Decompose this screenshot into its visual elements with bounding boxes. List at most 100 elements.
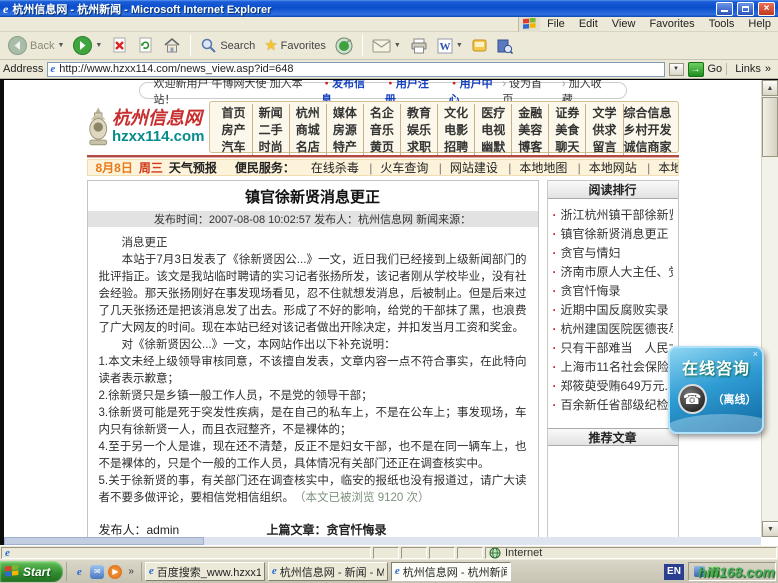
service-link[interactable]: 本地电话 [654,159,678,176]
edit-dropdown-icon[interactable]: ▼ [456,42,463,49]
ranking-article-link[interactable]: 杭州建国医院医德丧尽 [553,321,673,337]
nav-link[interactable]: 杭州 [290,104,327,121]
horizontal-scroll-thumb[interactable] [4,537,204,545]
ranking-article-link[interactable]: 上海市11名社会保险... [553,359,673,375]
taskbar-window-button[interactable]: e 杭州信息网 - 杭州新闻... [391,562,511,581]
menu-item[interactable]: View [605,18,643,30]
forward-dropdown-icon[interactable]: ▼ [95,42,102,49]
nav-link[interactable]: 新闻 [253,104,290,121]
nav-link[interactable]: 美食 [549,121,586,138]
start-button[interactable]: Start [0,561,63,582]
nav-link[interactable]: 名企 [364,104,401,121]
service-link[interactable]: 火车查询 [376,159,445,176]
weather-link[interactable]: 天气预报 [169,159,217,176]
restore-button[interactable] [737,2,754,16]
nav-link[interactable]: 文学 [586,104,623,121]
nav-link[interactable]: 博客 [512,138,549,155]
language-indicator[interactable]: EN [664,564,684,580]
nav-link[interactable]: 商城 [290,121,327,138]
service-link[interactable]: 本地地图 [515,159,584,176]
nav-link[interactable]: 娱乐 [401,121,438,138]
ranking-article-link[interactable]: 贪官与情妇 [553,245,673,261]
ranking-article-link[interactable]: 百余新任省部级纪检干... [553,397,673,413]
menu-item[interactable]: Edit [572,18,605,30]
ranking-article-link[interactable]: 济南市原人大主任、党... [553,264,673,280]
messenger-button[interactable] [469,37,491,54]
quick-launch-mail-icon[interactable]: ✉ [90,565,104,579]
ranking-article-link[interactable]: 贪官忏悔录 [553,283,673,299]
badge-close-icon[interactable]: × [753,349,758,359]
edit-with-word-button[interactable]: W ▼ [434,37,466,55]
site-logo[interactable]: 杭州信息网 hzxx114.com [87,101,205,153]
nav-link[interactable]: 幽默 [475,138,512,155]
search-button[interactable]: Search [197,36,258,55]
close-button[interactable]: × [758,2,775,16]
nav-link[interactable]: 综合信息 [624,104,672,121]
nav-link[interactable]: 汽车 [216,138,253,155]
nav-link[interactable]: 求职 [401,138,438,155]
taskbar-window-button[interactable]: e 杭州信息网 - 新闻 - Mic... [268,562,388,581]
nav-link[interactable]: 黄页 [364,138,401,155]
nav-link[interactable]: 招聘 [438,138,475,155]
vertical-scrollbar[interactable]: ▲ ▼ [761,80,778,537]
nav-link[interactable]: 特产 [327,138,364,155]
nav-link[interactable]: 首页 [216,104,253,121]
service-link[interactable]: 网站建设 [446,159,515,176]
ranking-article-link[interactable]: 郑筱萸受贿649万元... [553,378,673,394]
refresh-button[interactable] [134,36,157,55]
nav-link[interactable]: 房产 [216,121,253,138]
mail-dropdown-icon[interactable]: ▼ [394,42,401,49]
favorites-button[interactable]: ★ Favorites [261,37,329,54]
links-bar[interactable]: Links » [726,63,775,75]
stop-button[interactable] [108,36,131,55]
minimize-button[interactable] [716,2,733,16]
print-button[interactable] [407,37,431,55]
menu-item[interactable]: File [540,18,572,30]
quick-launch-chevron-icon[interactable]: » [126,566,136,577]
media-button[interactable] [332,36,356,56]
nav-link[interactable]: 二手 [253,121,290,138]
nav-link[interactable]: 金融 [512,104,549,121]
nav-link[interactable]: 美容 [512,121,549,138]
nav-link[interactable]: 诚信商家 [624,138,672,155]
address-input[interactable]: e http://www.hzxx114.com/news_view.asp?i… [47,62,664,77]
ranking-article-link[interactable]: 镇官徐新贤消息更正 [553,226,673,242]
back-dropdown-icon[interactable]: ▼ [57,42,64,49]
nav-link[interactable]: 时尚 [253,138,290,155]
nav-link[interactable]: 供求 [586,121,623,138]
nav-link[interactable]: 电视 [475,121,512,138]
ranking-article-link[interactable]: 浙江杭州镇干部徐新贤... [553,207,673,223]
taskbar-window-button[interactable]: e 百度搜索_www.hzxx11... [145,562,265,581]
service-link[interactable]: 在线杀毒 [307,159,376,176]
quick-launch-media-icon[interactable]: ▶ [108,565,122,579]
nav-link[interactable]: 名店 [290,138,327,155]
nav-link[interactable]: 证券 [549,104,586,121]
service-link[interactable]: 本地网站 [585,159,654,176]
nav-link[interactable]: 医疗 [475,104,512,121]
nav-link[interactable]: 音乐 [364,121,401,138]
online-consult-badge[interactable]: × 在线咨询 ☎ （离线） [668,346,764,434]
prev-article-link[interactable]: 上篇文章：贪官忏悔录 [267,521,387,537]
back-button[interactable]: Back ▼ [5,35,67,56]
nav-link[interactable]: 教育 [401,104,438,121]
nav-link[interactable]: 聊天 [549,138,586,155]
nav-link[interactable]: 乡村开发 [624,121,672,138]
nav-link[interactable]: 媒体 [327,104,364,121]
address-dropdown-button[interactable]: ▼ [669,63,684,76]
menu-item[interactable]: Favorites [642,18,701,30]
forward-button[interactable]: ▼ [70,35,105,56]
nav-link[interactable]: 电影 [438,121,475,138]
go-label[interactable]: Go [708,63,723,75]
ranking-article-link[interactable]: 近期中国反腐败实录 [553,302,673,318]
nav-link[interactable]: 留言 [586,138,623,155]
menu-item[interactable]: Tools [702,18,742,30]
home-button[interactable] [160,36,184,55]
nav-link[interactable]: 文化 [438,104,475,121]
horizontal-scrollbar[interactable] [4,537,761,545]
ranking-article-link[interactable]: 只有干部难当 人民才... [553,340,673,356]
menu-item[interactable]: Help [741,18,778,30]
mail-button[interactable]: ▼ [369,38,404,54]
vertical-scroll-thumb[interactable] [762,97,778,157]
scroll-down-icon[interactable]: ▼ [762,521,778,537]
scroll-up-icon[interactable]: ▲ [762,80,778,96]
